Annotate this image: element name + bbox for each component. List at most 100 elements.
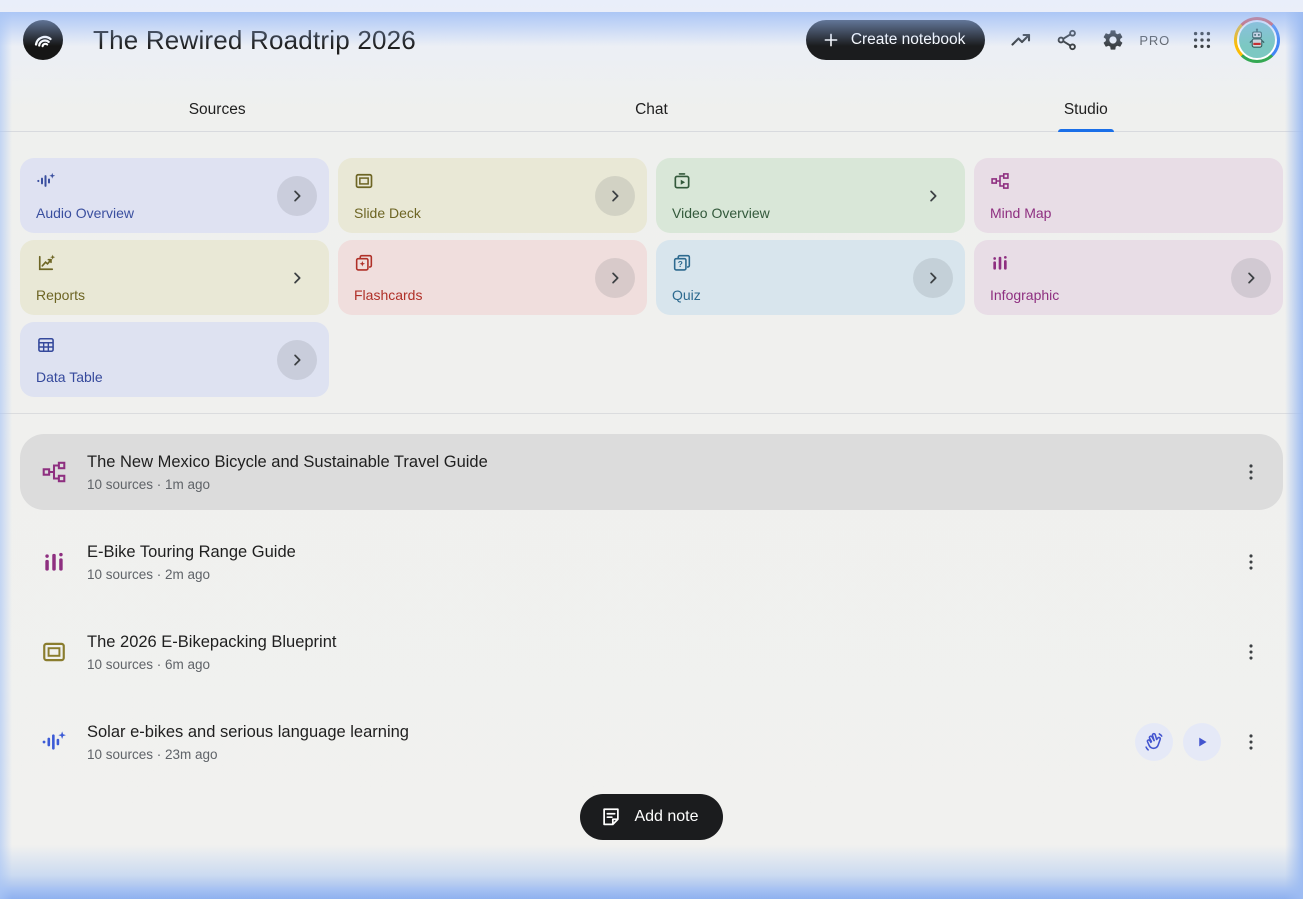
infographic-icon <box>990 253 1267 273</box>
kebab-menu-icon <box>1240 641 1262 663</box>
artifact-row[interactable]: E-Bike Touring Range Guide 10 sources · … <box>20 524 1283 600</box>
more-options-button[interactable] <box>1231 722 1271 762</box>
flashcards-icon <box>354 253 631 273</box>
add-note-button[interactable]: Add note <box>580 794 722 840</box>
slide-deck-icon <box>41 639 67 665</box>
edge-glow-left <box>0 12 12 899</box>
audio-overview-open-button[interactable] <box>277 176 317 216</box>
artifact-title: The New Mexico Bicycle and Sustainable T… <box>87 453 1231 472</box>
chevron-right-icon <box>605 268 625 288</box>
artifact-meta: 10 sources · 2m ago <box>87 567 1231 582</box>
more-options-button[interactable] <box>1231 632 1271 672</box>
infographic-open-button[interactable] <box>1231 258 1271 298</box>
notebooklm-logo[interactable] <box>23 20 63 60</box>
analytics-button[interactable] <box>1001 20 1041 60</box>
add-note-label: Add note <box>634 808 698 826</box>
play-icon <box>1191 731 1213 753</box>
card-label: Infographic <box>990 287 1267 303</box>
artifact-row[interactable]: Solar e-bikes and serious language learn… <box>20 704 1283 780</box>
video-overview-open-button[interactable] <box>913 176 953 216</box>
studio-card-audio-overview[interactable]: Audio Overview <box>20 158 329 233</box>
gear-icon <box>1101 28 1125 52</box>
card-label: Video Overview <box>672 205 949 221</box>
audio-waveform-icon <box>41 729 67 755</box>
mind-map-icon <box>990 171 1267 191</box>
artifact-row[interactable]: The New Mexico Bicycle and Sustainable T… <box>20 434 1283 510</box>
studio-card-infographic[interactable]: Infographic <box>974 240 1283 315</box>
artifact-meta: 10 sources · 23m ago <box>87 747 1135 762</box>
slide-deck-open-button[interactable] <box>595 176 635 216</box>
avatar-image <box>1237 20 1277 60</box>
artifact-title: The 2026 E-Bikepacking Blueprint <box>87 633 1231 652</box>
settings-button[interactable] <box>1093 20 1133 60</box>
artifact-text: The New Mexico Bicycle and Sustainable T… <box>87 453 1231 492</box>
edge-glow-right <box>1285 12 1303 899</box>
waving-hand-icon <box>1143 731 1165 753</box>
artifact-meta: 10 sources · 1m ago <box>87 477 1231 492</box>
notebook-title[interactable]: The Rewired Roadtrip 2026 <box>93 25 806 56</box>
card-label: Quiz <box>672 287 949 303</box>
chevron-right-icon <box>923 268 943 288</box>
quiz-icon <box>672 253 949 273</box>
artifact-list: The New Mexico Bicycle and Sustainable T… <box>20 434 1283 780</box>
kebab-menu-icon <box>1240 461 1262 483</box>
tab-chat[interactable]: Chat <box>434 88 868 131</box>
studio-card-reports[interactable]: Reports <box>20 240 329 315</box>
tab-studio[interactable]: Studio <box>869 88 1303 131</box>
edge-glow-bottom <box>0 845 1303 899</box>
user-avatar[interactable] <box>1234 17 1280 63</box>
card-label: Audio Overview <box>36 205 313 221</box>
studio-card-grid: Audio Overview Slide Deck Video Overview… <box>20 158 1283 397</box>
chevron-right-icon <box>605 186 625 206</box>
create-notebook-label: Create notebook <box>851 31 966 49</box>
card-label: Reports <box>36 287 313 303</box>
chevron-right-icon <box>287 268 307 288</box>
google-apps-button[interactable] <box>1182 20 1222 60</box>
tab-label: Chat <box>635 101 668 119</box>
main-tabs: Sources Chat Studio <box>0 88 1303 132</box>
artifact-title: E-Bike Touring Range Guide <box>87 543 1231 562</box>
artifact-text: E-Bike Touring Range Guide 10 sources · … <box>87 543 1231 582</box>
more-options-button[interactable] <box>1231 542 1271 582</box>
artifact-row[interactable]: The 2026 E-Bikepacking Blueprint 10 sour… <box>20 614 1283 690</box>
card-label: Mind Map <box>990 205 1267 221</box>
slide-deck-icon <box>354 171 631 191</box>
card-label: Flashcards <box>354 287 631 303</box>
tab-label: Sources <box>189 101 246 119</box>
section-divider <box>0 413 1303 414</box>
play-button[interactable] <box>1183 723 1221 761</box>
share-icon <box>1055 28 1079 52</box>
app-header: The Rewired Roadtrip 2026 Create noteboo… <box>23 12 1280 68</box>
apps-grid-icon <box>1191 29 1213 51</box>
add-note-container: Add note <box>0 794 1303 840</box>
data-table-open-button[interactable] <box>277 340 317 380</box>
card-label: Slide Deck <box>354 205 631 221</box>
reports-open-button[interactable] <box>277 258 317 298</box>
studio-card-data-table[interactable]: Data Table <box>20 322 329 397</box>
plus-icon <box>822 31 840 49</box>
studio-card-video-overview[interactable]: Video Overview <box>656 158 965 233</box>
studio-card-slide-deck[interactable]: Slide Deck <box>338 158 647 233</box>
artifact-meta: 10 sources · 6m ago <box>87 657 1231 672</box>
artifact-title: Solar e-bikes and serious language learn… <box>87 723 1135 742</box>
chevron-right-icon <box>287 186 307 206</box>
header-actions: Create notebook PRO <box>806 17 1280 63</box>
tab-sources[interactable]: Sources <box>0 88 434 131</box>
audio-waveform-icon <box>36 171 313 191</box>
chevron-right-icon <box>287 350 307 370</box>
kebab-menu-icon <box>1240 551 1262 573</box>
chevron-right-icon <box>923 186 943 206</box>
studio-card-quiz[interactable]: Quiz <box>656 240 965 315</box>
share-button[interactable] <box>1047 20 1087 60</box>
flashcards-open-button[interactable] <box>595 258 635 298</box>
quiz-open-button[interactable] <box>913 258 953 298</box>
artifact-text: Solar e-bikes and serious language learn… <box>87 723 1135 762</box>
video-overview-icon <box>672 171 949 191</box>
studio-card-flashcards[interactable]: Flashcards <box>338 240 647 315</box>
interactive-mode-button[interactable] <box>1135 723 1173 761</box>
chevron-right-icon <box>1241 268 1261 288</box>
more-options-button[interactable] <box>1231 452 1271 492</box>
kebab-menu-icon <box>1240 731 1262 753</box>
studio-card-mind-map[interactable]: Mind Map <box>974 158 1283 233</box>
create-notebook-button[interactable]: Create notebook <box>806 20 986 60</box>
